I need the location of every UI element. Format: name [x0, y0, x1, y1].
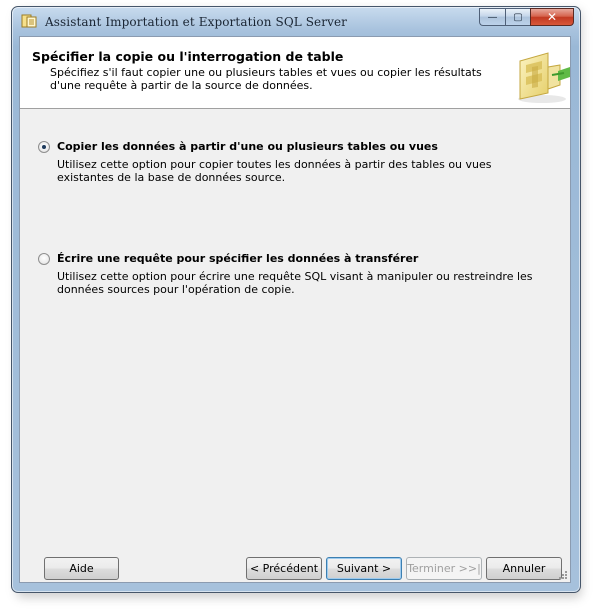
finish-button[interactable]: Terminer >>| [406, 557, 482, 580]
radio-copy-tables[interactable] [38, 141, 50, 153]
page-description: Spécifiez s'il faut copier une ou plusie… [50, 66, 482, 92]
wizard-window: Assistant Importation et Exportation SQL… [11, 6, 581, 593]
help-button[interactable]: Aide [44, 557, 119, 580]
option-copy-tables-label[interactable]: Copier les données à partir d'une ou plu… [57, 140, 438, 153]
wizard-table-icon [518, 52, 570, 103]
minimize-button[interactable]: — [479, 8, 505, 26]
close-button[interactable]: ✕ [530, 8, 574, 26]
cancel-button[interactable]: Annuler [486, 557, 562, 580]
sql-wizard-app-icon [21, 14, 37, 28]
next-button[interactable]: Suivant > [326, 557, 402, 580]
maximize-icon: ▢ [513, 11, 523, 23]
option-write-query-label[interactable]: Écrire une requête pour spécifier les do… [57, 252, 418, 265]
resize-grip-icon[interactable] [557, 569, 567, 579]
title-bar[interactable]: Assistant Importation et Exportation SQL… [12, 7, 580, 35]
radio-write-query[interactable] [38, 253, 50, 265]
wizard-client-area: Spécifier la copie ou l'interrogation de… [19, 36, 571, 583]
option-copy-tables[interactable]: Copier les données à partir d'une ou plu… [38, 140, 558, 201]
wizard-header: Spécifier la copie ou l'interrogation de… [20, 37, 570, 109]
option-write-query-description: Utilisez cette option pour écrire une re… [57, 270, 533, 296]
back-button[interactable]: < Précédent [246, 557, 322, 580]
option-copy-tables-description: Utilisez cette option pour copier toutes… [57, 158, 492, 184]
maximize-button[interactable]: ▢ [505, 8, 530, 26]
option-write-query[interactable]: Écrire une requête pour spécifier les do… [38, 252, 558, 313]
minimize-icon: — [487, 11, 498, 23]
page-title: Spécifier la copie ou l'interrogation de… [32, 49, 344, 64]
close-icon: ✕ [546, 10, 558, 24]
window-title: Assistant Importation et Exportation SQL… [45, 15, 348, 29]
caption-buttons: — ▢ ✕ [479, 8, 574, 27]
